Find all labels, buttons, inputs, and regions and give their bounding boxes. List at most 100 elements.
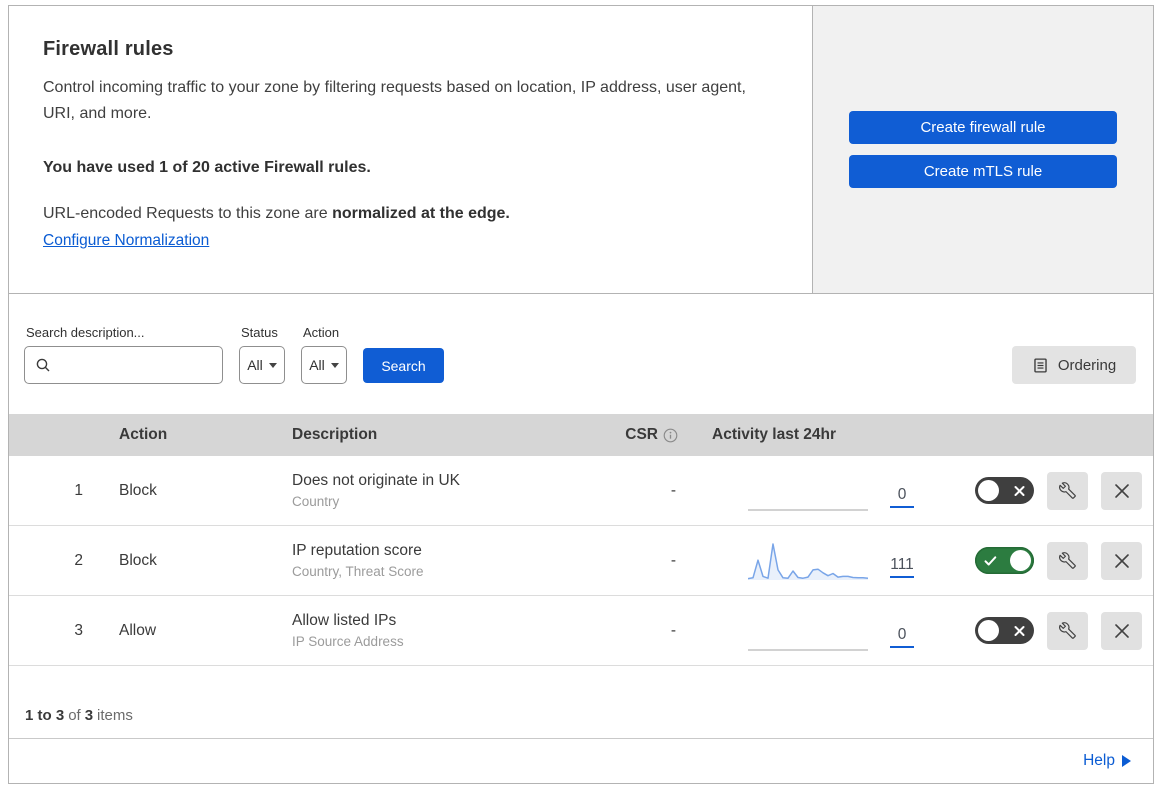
page-title: Firewall rules xyxy=(43,38,174,60)
info-icon[interactable] xyxy=(663,428,678,443)
chevron-down-icon xyxy=(330,363,339,368)
rule-csr-value: - xyxy=(670,621,676,639)
search-icon xyxy=(35,357,51,373)
filter-bar: Search description... Status All Action … xyxy=(9,294,1153,414)
toggle-knob xyxy=(978,480,999,501)
rule-match-fields: IP Source Address xyxy=(292,634,404,649)
rule-enabled-toggle[interactable] xyxy=(975,617,1034,644)
normalization-bold-text: normalized at the edge. xyxy=(332,204,510,222)
normalization-text: URL-encoded Requests to this zone are xyxy=(43,204,333,222)
rule-description: Allow listed IPs xyxy=(292,612,397,629)
header-text-panel: Firewall rules Control incoming traffic … xyxy=(9,6,812,293)
action-column-header: Action xyxy=(119,426,168,443)
ordering-button[interactable]: Ordering xyxy=(1012,346,1136,384)
status-dropdown-value: All xyxy=(247,357,263,373)
activity-count-link[interactable]: 0 xyxy=(890,486,914,508)
x-icon xyxy=(1014,485,1025,496)
table-row: 2 Block IP reputation score Country, Thr… xyxy=(9,526,1153,596)
help-link[interactable]: Help xyxy=(1083,752,1131,770)
rule-priority: 1 xyxy=(74,481,83,499)
delete-rule-button[interactable] xyxy=(1101,471,1142,510)
rule-activity-cell: 0 xyxy=(688,608,938,654)
edit-rule-button[interactable] xyxy=(1047,611,1088,650)
items-word: items xyxy=(97,707,133,724)
firewall-rules-card: Firewall rules Control incoming traffic … xyxy=(8,5,1154,784)
items-total: 3 xyxy=(84,707,94,724)
table-header: Action Description CSR Activity last 24h… xyxy=(9,414,1153,456)
check-icon xyxy=(984,555,997,566)
rule-description-cell: Does not originate in UK Country xyxy=(271,472,596,509)
help-link-label: Help xyxy=(1083,752,1115,769)
ordering-button-label: Ordering xyxy=(1057,356,1117,374)
create-firewall-rule-button[interactable]: Create firewall rule xyxy=(849,111,1117,144)
wrench-icon xyxy=(1059,552,1076,569)
action-dropdown[interactable]: All xyxy=(301,346,347,384)
wrench-icon xyxy=(1059,622,1076,639)
rule-controls-cell xyxy=(938,611,1153,650)
search-button[interactable]: Search xyxy=(363,348,444,383)
activity-count-link[interactable]: 111 xyxy=(890,556,914,578)
normalization-note: URL-encoded Requests to this zone are no… xyxy=(43,205,772,223)
rule-description-cell: Allow listed IPs IP Source Address xyxy=(271,612,596,649)
table-body: 1 Block Does not originate in UK Country… xyxy=(9,456,1153,666)
rule-description: IP reputation score xyxy=(292,542,422,559)
activity-count-link[interactable]: 0 xyxy=(890,626,914,648)
list-document-icon xyxy=(1032,357,1049,374)
items-range: 1 to 3 xyxy=(25,707,65,724)
edit-rule-button[interactable] xyxy=(1047,541,1088,580)
activity-sparkline xyxy=(747,538,869,584)
configure-normalization-link[interactable]: Configure Normalization xyxy=(43,232,209,250)
arrow-right-icon xyxy=(1122,755,1131,767)
activity-column-header: Activity last 24hr xyxy=(712,426,837,443)
status-filter-group: Status All xyxy=(239,325,285,384)
actions-panel: Create firewall rule Create mTLS rule xyxy=(812,6,1153,293)
rule-priority: 3 xyxy=(74,621,83,639)
create-mtls-rule-button[interactable]: Create mTLS rule xyxy=(849,155,1117,188)
rule-description-cell: IP reputation score Country, Threat Scor… xyxy=(271,542,596,579)
rule-controls-cell xyxy=(938,541,1153,580)
usage-note: You have used 1 of 20 active Firewall ru… xyxy=(43,158,371,176)
delete-rule-button[interactable] xyxy=(1101,611,1142,650)
rule-action: Block xyxy=(119,481,157,499)
x-icon xyxy=(1014,625,1025,636)
header-section: Firewall rules Control incoming traffic … xyxy=(9,6,1153,294)
activity-sparkline xyxy=(748,608,868,654)
activity-sparkline xyxy=(748,468,868,514)
rule-controls-cell xyxy=(938,471,1153,510)
rule-enabled-toggle[interactable] xyxy=(975,547,1034,574)
action-label: Action xyxy=(303,325,340,340)
close-icon xyxy=(1114,483,1130,499)
rule-csr-value: - xyxy=(670,481,676,499)
chevron-down-icon xyxy=(268,363,277,368)
search-field-group: Search description... xyxy=(24,325,223,384)
search-label: Search description... xyxy=(26,325,145,340)
rule-activity-cell: 111 xyxy=(688,538,938,584)
close-icon xyxy=(1114,623,1130,639)
rule-activity-cell: 0 xyxy=(688,468,938,514)
search-input[interactable] xyxy=(57,357,214,373)
delete-rule-button[interactable] xyxy=(1101,541,1142,580)
rule-action: Allow xyxy=(119,621,157,639)
description-column-header: Description xyxy=(292,426,378,443)
toggle-knob xyxy=(1010,550,1031,571)
rule-description: Does not originate in UK xyxy=(292,472,461,489)
csr-header-label: CSR xyxy=(625,426,658,443)
rule-match-fields: Country xyxy=(292,494,340,509)
close-icon xyxy=(1114,553,1130,569)
wrench-icon xyxy=(1059,482,1076,499)
search-input-wrapper xyxy=(24,346,223,384)
action-filter-group: Action All xyxy=(301,325,347,384)
csr-column-header: CSR xyxy=(596,426,688,444)
page-description: Control incoming traffic to your zone by… xyxy=(43,79,746,122)
status-dropdown[interactable]: All xyxy=(239,346,285,384)
status-label: Status xyxy=(241,325,278,340)
rule-enabled-toggle[interactable] xyxy=(975,477,1034,504)
rule-priority: 2 xyxy=(74,551,83,569)
table-row: 3 Allow Allow listed IPs IP Source Addre… xyxy=(9,596,1153,666)
rule-action: Block xyxy=(119,551,157,569)
rule-csr-value: - xyxy=(670,551,676,569)
toggle-knob xyxy=(978,620,999,641)
of-word: of xyxy=(68,707,81,724)
edit-rule-button[interactable] xyxy=(1047,471,1088,510)
table-row: 1 Block Does not originate in UK Country… xyxy=(9,456,1153,526)
